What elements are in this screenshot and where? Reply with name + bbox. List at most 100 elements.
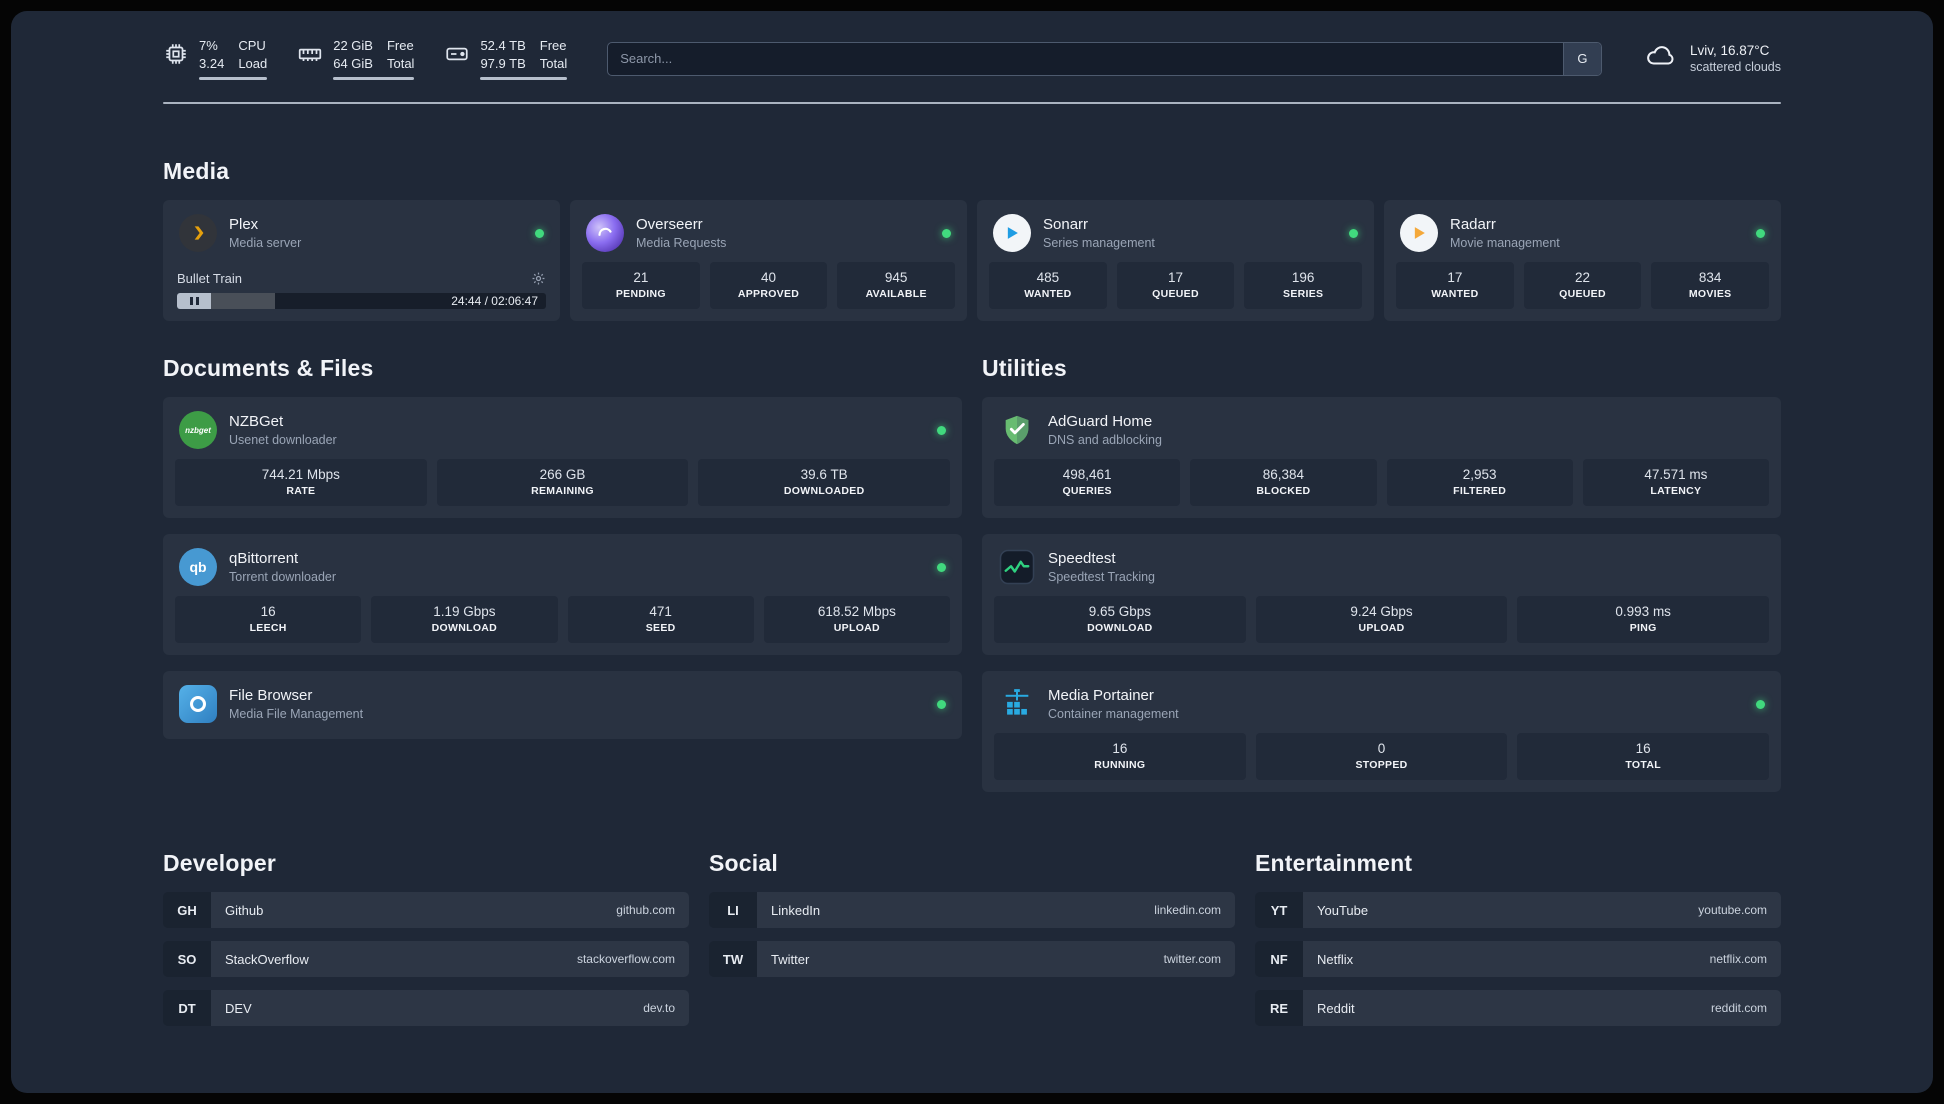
stat: 0.993 ms PING bbox=[1517, 596, 1770, 644]
bookmark-youtube[interactable]: YT YouTube youtube.com bbox=[1255, 892, 1781, 929]
now-playing-widget: Bullet Train 24:44 / 02:06:47 bbox=[175, 271, 548, 310]
service-name: qBittorrent bbox=[229, 550, 299, 568]
gear-icon[interactable] bbox=[531, 271, 546, 286]
plex-card[interactable]: Plex Media server Bullet Train 24:44 / 0… bbox=[163, 200, 560, 322]
bookmark-url: github.com bbox=[616, 903, 675, 918]
stat: 196 SERIES bbox=[1244, 262, 1363, 310]
adguard-icon bbox=[998, 411, 1036, 449]
stat-value: 40 bbox=[760, 270, 777, 286]
sonarr-card[interactable]: Sonarr Series management 485 WANTED 17 Q… bbox=[977, 200, 1374, 322]
stat-label: SEED bbox=[645, 622, 676, 635]
section-title-social: Social bbox=[709, 850, 778, 877]
weather-widget: Lviv, 16.87°C scattered clouds bbox=[1642, 41, 1781, 76]
stat-value: 266 GB bbox=[539, 467, 586, 483]
stat: 17 QUEUED bbox=[1116, 262, 1235, 310]
stat-value: 0 bbox=[1377, 741, 1386, 757]
stats-row: 16 RUNNING 0 STOPPED 16 TOTAL bbox=[994, 733, 1770, 781]
stat-label: UPLOAD bbox=[833, 622, 880, 635]
stat-value: 9.65 Gbps bbox=[1088, 604, 1151, 620]
stat-label: WANTED bbox=[1024, 288, 1072, 301]
disk-bar bbox=[480, 77, 568, 81]
stat-value: 17 bbox=[1447, 270, 1463, 286]
ram-widget: 22 GiB 64 GiB Free Total bbox=[297, 37, 415, 81]
nzbget-icon: nzbget bbox=[179, 411, 217, 450]
cpu-load-label: Load bbox=[238, 55, 268, 71]
stat: 47.571 ms LATENCY bbox=[1582, 459, 1769, 507]
stat-value: 0.993 ms bbox=[1615, 604, 1671, 620]
search-input[interactable] bbox=[607, 41, 1602, 76]
stat-value: 945 bbox=[884, 270, 908, 286]
pause-icon[interactable] bbox=[177, 293, 211, 310]
bookmark-reddit[interactable]: RE Reddit reddit.com bbox=[1255, 990, 1781, 1027]
speedtest-card[interactable]: Speedtest Speedtest Tracking 9.65 Gbps D… bbox=[982, 534, 1781, 656]
adguard-card[interactable]: AdGuard Home DNS and adblocking 498,461 … bbox=[982, 397, 1781, 519]
service-description: Torrent downloader bbox=[229, 570, 337, 585]
section-title-media: Media bbox=[163, 158, 230, 185]
qbittorrent-card[interactable]: qb qBittorrent Torrent downloader 16 LEE… bbox=[163, 534, 962, 656]
stat: 498,461 QUERIES bbox=[994, 459, 1181, 507]
disk-free-label: Free bbox=[539, 38, 567, 53]
overseerr-icon bbox=[586, 214, 624, 253]
stat-value: 21 bbox=[633, 270, 649, 286]
service-name: Sonarr bbox=[1043, 216, 1089, 234]
bookmark-name: Github bbox=[225, 902, 264, 918]
bookmark-name: Reddit bbox=[1317, 1000, 1355, 1016]
search-engine-button[interactable]: G bbox=[1562, 42, 1601, 75]
portainer-card[interactable]: Media Portainer Container management 16 … bbox=[982, 671, 1781, 793]
developer-bookmarks: Developer GH Github github.com SO StackO… bbox=[163, 850, 689, 1039]
status-dot bbox=[942, 228, 951, 238]
bookmark-abbr: SO bbox=[163, 941, 211, 978]
radarr-card[interactable]: Radarr Movie management 17 WANTED 22 QUE… bbox=[1384, 200, 1781, 322]
bookmark-name: LinkedIn bbox=[771, 902, 821, 918]
stat-label: WANTED bbox=[1431, 288, 1479, 301]
stat: 16 RUNNING bbox=[994, 733, 1246, 781]
filebrowser-card[interactable]: File Browser Media File Management bbox=[163, 671, 962, 740]
stat-value: 485 bbox=[1036, 270, 1060, 286]
service-description: Container management bbox=[1048, 707, 1179, 722]
stat-label: MOVIES bbox=[1688, 288, 1732, 301]
stat: 9.65 Gbps DOWNLOAD bbox=[994, 596, 1246, 644]
bookmark-linkedin[interactable]: LI LinkedIn linkedin.com bbox=[709, 892, 1235, 929]
stat-label: UPLOAD bbox=[1358, 622, 1405, 635]
nzbget-card[interactable]: nzbget NZBGet Usenet downloader 744.21 M… bbox=[163, 397, 962, 519]
service-name: Radarr bbox=[1450, 216, 1496, 234]
ram-total-value: 64 GiB bbox=[333, 55, 373, 71]
bookmark-stackoverflow[interactable]: SO StackOverflow stackoverflow.com bbox=[163, 941, 689, 978]
portainer-icon bbox=[998, 685, 1036, 723]
bookmark-dev[interactable]: DT DEV dev.to bbox=[163, 990, 689, 1027]
bookmark-twitter[interactable]: TW Twitter twitter.com bbox=[709, 941, 1235, 978]
speedtest-icon bbox=[998, 548, 1036, 586]
status-dot bbox=[937, 699, 946, 709]
stat: 21 PENDING bbox=[582, 262, 700, 310]
stat: 2,953 FILTERED bbox=[1386, 459, 1573, 507]
stat-label: LATENCY bbox=[1650, 485, 1702, 498]
ram-total-label: Total bbox=[386, 55, 415, 71]
stat-label: BLOCKED bbox=[1256, 485, 1311, 498]
stat: 945 AVAILABLE bbox=[837, 262, 956, 310]
disk-total-value: 97.9 TB bbox=[480, 55, 526, 71]
stat-label: DOWNLOADED bbox=[783, 485, 865, 498]
stat-label: QUERIES bbox=[1062, 485, 1112, 498]
stat-value: 16 bbox=[260, 604, 276, 620]
bookmark-url: reddit.com bbox=[1710, 1001, 1767, 1016]
stat: 39.6 TB DOWNLOADED bbox=[698, 459, 951, 507]
nzbget-icon-text: nzbget bbox=[185, 425, 211, 435]
dashboard-frame: 7% 3.24 CPU Load 22 GiB 64 GiB Free Tota… bbox=[11, 11, 1933, 1093]
section-title-utilities: Utilities bbox=[982, 355, 1067, 382]
stat-label: APPROVED bbox=[737, 288, 800, 301]
service-description: DNS and adblocking bbox=[1048, 433, 1162, 448]
stats-row: 9.65 Gbps DOWNLOAD 9.24 Gbps UPLOAD 0.99… bbox=[994, 596, 1770, 644]
status-dot bbox=[1756, 228, 1765, 238]
stats-row: 17 WANTED 22 QUEUED 834 MOVIES bbox=[1396, 262, 1770, 310]
bookmark-github[interactable]: GH Github github.com bbox=[163, 892, 689, 929]
playback-progress-fill bbox=[211, 293, 275, 310]
stat-value: 22 bbox=[1574, 270, 1591, 286]
stat: 16 TOTAL bbox=[1517, 733, 1770, 781]
bookmark-netflix[interactable]: NF Netflix netflix.com bbox=[1255, 941, 1781, 978]
now-playing-title: Bullet Train bbox=[177, 271, 243, 287]
status-dot bbox=[937, 425, 946, 435]
stat-value: 2,953 bbox=[1462, 467, 1497, 483]
overseerr-card[interactable]: Overseerr Media Requests 21 PENDING 40 A… bbox=[570, 200, 967, 322]
cloud-icon bbox=[1642, 41, 1678, 76]
bookmark-url: twitter.com bbox=[1163, 952, 1221, 967]
